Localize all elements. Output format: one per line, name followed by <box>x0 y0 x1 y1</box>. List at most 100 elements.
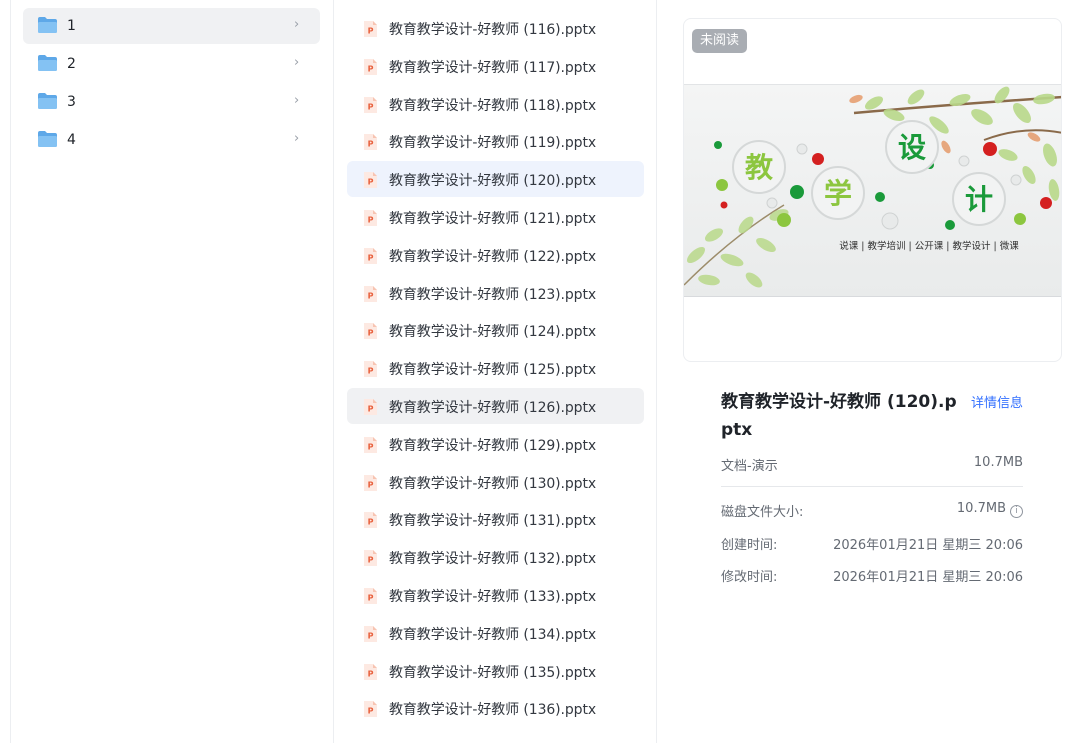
file-row[interactable]: P 教育教学设计-好教师 (122).pptx <box>347 237 644 273</box>
pptx-file-icon: P <box>364 210 377 226</box>
svg-text:P: P <box>368 102 374 111</box>
pptx-file-icon: P <box>364 399 377 415</box>
file-title: 教育教学设计-好教师 (120).pptx <box>721 392 957 440</box>
file-row[interactable]: P 教育教学设计-好教师 (129).pptx <box>347 426 644 462</box>
slide-char: 学 <box>824 177 852 210</box>
file-row[interactable]: P 教育教学设计-好教师 (119).pptx <box>347 123 644 159</box>
svg-text:P: P <box>368 64 374 73</box>
info-icon[interactable]: i <box>1010 505 1023 518</box>
file-name: 教育教学设计-好教师 (122).pptx <box>389 248 597 265</box>
pptx-file-icon: P <box>364 285 377 302</box>
file-row[interactable]: P 教育教学设计-好教师 (121).pptx <box>347 199 644 235</box>
folder-panel: 1 › 2 › 3 › 4 › <box>10 0 334 743</box>
pptx-file-icon: P <box>364 323 377 340</box>
file-name: 教育教学设计-好教师 (118).pptx <box>389 97 597 114</box>
folder-label: 1 <box>67 18 76 34</box>
pptx-file-icon: P <box>364 663 377 680</box>
folder-icon <box>38 93 57 109</box>
svg-text:P: P <box>368 329 374 338</box>
chevron-right-icon: › <box>294 131 300 146</box>
svg-text:P: P <box>368 442 374 451</box>
file-row[interactable]: P 教育教学设计-好教师 (135).pptx <box>347 653 644 689</box>
svg-text:P: P <box>368 480 374 489</box>
chevron-right-icon: › <box>294 17 300 32</box>
pptx-file-icon: P <box>364 550 377 567</box>
file-row[interactable]: P 教育教学设计-好教师 (116).pptx <box>347 10 644 46</box>
folder-icon <box>38 17 57 33</box>
modified-label: 修改时间: <box>721 570 778 585</box>
file-name: 教育教学设计-好教师 (126).pptx <box>389 400 597 416</box>
file-name: 教育教学设计-好教师 (131).pptx <box>389 513 597 530</box>
pptx-file-icon: P <box>364 21 377 37</box>
pptx-file-icon: P <box>364 436 377 453</box>
divider <box>721 486 1023 487</box>
pptx-file-icon: P <box>364 512 377 529</box>
created-label: 创建时间: <box>721 538 778 553</box>
file-type-size: 10.7MB <box>973 455 1023 470</box>
file-row[interactable]: P 教育教学设计-好教师 (133).pptx <box>347 577 644 613</box>
file-row[interactable]: P 教育教学设计-好教师 (123).pptx <box>347 275 644 311</box>
created-value: 2026年01月21日 星期三 20:06 <box>833 538 1023 553</box>
disk-size-row: 磁盘文件大小: 10.7MB i <box>721 501 1023 521</box>
file-row[interactable]: P 教育教学设计-好教师 (117).pptx <box>347 48 644 84</box>
file-name: 教育教学设计-好教师 (130).pptx <box>389 475 597 492</box>
file-type-label: 文档-演示 <box>721 459 778 474</box>
slide-char: 设 <box>898 131 926 164</box>
folder-icon <box>38 131 57 147</box>
pptx-file-icon: P <box>364 361 377 378</box>
slide-thumbnail[interactable]: 教 学 设 计 说课 | 教学培训 | 公开课 | 教学设计 | 微课 <box>684 84 1061 297</box>
slide-artwork: 教 学 设 计 说课 | 教学培训 | 公开课 | 教学设计 | 微课 <box>684 86 1061 288</box>
folder-label: 3 <box>67 94 76 110</box>
svg-text:P: P <box>368 594 374 603</box>
svg-text:P: P <box>368 27 374 36</box>
file-row[interactable]: P 教育教学设计-好教师 (132).pptx <box>347 539 644 575</box>
file-row[interactable]: P 教育教学设计-好教师 (136).pptx <box>347 690 644 726</box>
folder-row[interactable]: 4 › <box>23 122 320 158</box>
modified-row: 修改时间: 2026年01月21日 星期三 20:06 <box>721 566 1023 586</box>
file-row[interactable]: P 教育教学设计-好教师 (125).pptx <box>347 350 644 386</box>
file-row[interactable]: P 教育教学设计-好教师 (118).pptx <box>347 86 644 122</box>
file-name: 教育教学设计-好教师 (121).pptx <box>389 211 597 227</box>
file-name: 教育教学设计-好教师 (134).pptx <box>389 626 597 643</box>
file-name: 教育教学设计-好教师 (116).pptx <box>389 22 597 38</box>
folder-label: 4 <box>67 132 76 148</box>
svg-text:P: P <box>368 631 374 640</box>
detail-info-link[interactable]: 详情信息 <box>971 392 1023 411</box>
file-row[interactable]: P 教育教学设计-好教师 (126).pptx <box>347 388 644 424</box>
file-name: 教育教学设计-好教师 (120).pptx <box>389 173 597 190</box>
pptx-file-icon: P <box>364 701 377 718</box>
file-name: 教育教学设计-好教师 (136).pptx <box>389 702 597 719</box>
svg-text:P: P <box>368 178 374 187</box>
modified-value: 2026年01月21日 星期三 20:06 <box>833 570 1023 585</box>
folder-row[interactable]: 1 › <box>23 8 320 44</box>
svg-text:P: P <box>368 405 374 414</box>
pptx-file-icon: P <box>364 474 377 491</box>
disk-size-value: 10.7MB <box>956 501 1006 516</box>
slide-subtitle: 说课 | 教学培训 | 公开课 | 教学设计 | 微课 <box>839 240 1019 252</box>
pptx-file-icon: P <box>364 172 377 189</box>
svg-text:P: P <box>368 140 374 149</box>
svg-text:P: P <box>368 291 374 300</box>
file-row[interactable]: P 教育教学设计-好教师 (130).pptx <box>347 464 644 500</box>
file-row[interactable]: P 教育教学设计-好教师 (120).pptx <box>347 161 644 198</box>
file-row[interactable]: P 教育教学设计-好教师 (124).pptx <box>347 312 644 348</box>
svg-text:P: P <box>368 518 374 527</box>
file-name: 教育教学设计-好教师 (129).pptx <box>389 437 597 454</box>
file-row[interactable]: P 教育教学设计-好教师 (131).pptx <box>347 501 644 537</box>
slide-char: 教 <box>745 151 773 184</box>
pptx-file-icon: P <box>364 247 377 264</box>
file-name: 教育教学设计-好教师 (117).pptx <box>389 59 597 76</box>
pptx-file-icon: P <box>364 134 377 151</box>
folder-label: 2 <box>67 56 76 72</box>
folder-icon <box>38 55 57 71</box>
pptx-file-icon: P <box>364 588 377 604</box>
file-name: 教育教学设计-好教师 (135).pptx <box>389 664 597 681</box>
file-row[interactable]: P 教育教学设计-好教师 (134).pptx <box>347 615 644 651</box>
svg-text:P: P <box>368 367 374 376</box>
folder-row[interactable]: 2 › <box>23 46 320 82</box>
file-name: 教育教学设计-好教师 (124).pptx <box>389 324 597 341</box>
file-name: 教育教学设计-好教师 (133).pptx <box>389 589 597 605</box>
chevron-right-icon: › <box>294 55 300 70</box>
preview-card[interactable]: 未阅读 教 学 设 计 说课 | 教学培训 | 公开课 | 教学设计 | 微课 <box>683 18 1062 362</box>
folder-row[interactable]: 3 › <box>23 84 320 120</box>
